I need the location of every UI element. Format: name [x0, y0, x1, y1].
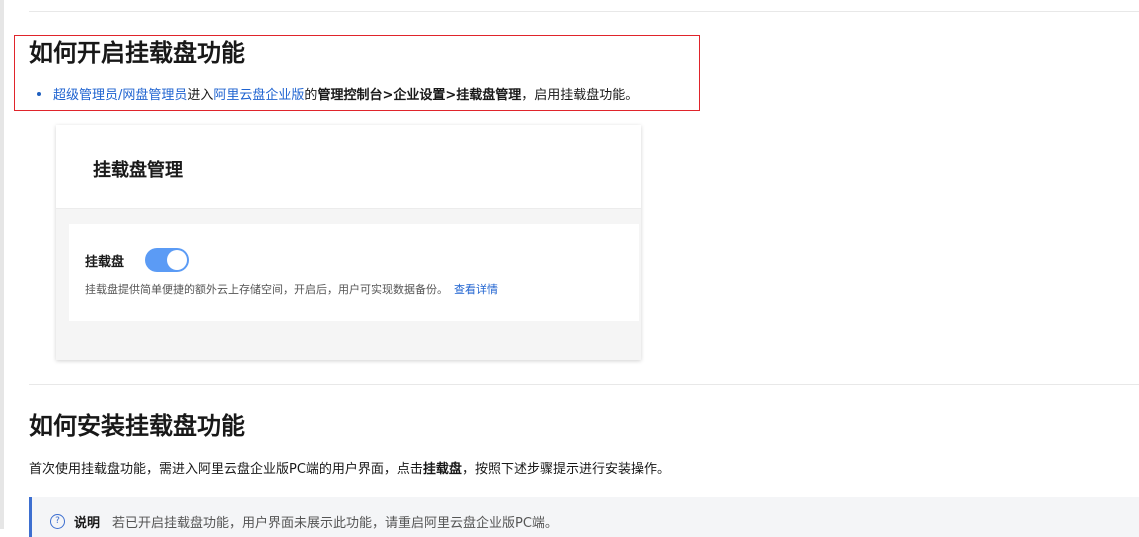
toggle-label: 挂载盘 — [85, 255, 125, 270]
text-enter: 进入 — [187, 88, 214, 103]
card-header: 挂载盘管理 — [56, 125, 641, 209]
description-text: 挂载盘提供简单便捷的额外云上存储空间，开启后，用户可实现数据备份。 — [85, 283, 448, 296]
para-bold: 挂载盘 — [422, 462, 462, 477]
product-link[interactable]: 阿里云盘企业版 — [213, 88, 304, 103]
bullet-dot — [37, 91, 41, 96]
path-sep-2: > — [445, 88, 457, 103]
note-box: ? 说明 若已开启挂载盘功能，用户界面未展示此功能，请重启阿里云盘企业版PC端。 — [29, 497, 1139, 537]
left-border — [0, 0, 4, 529]
question-circle-icon: ? — [50, 514, 65, 529]
divider-top — [29, 11, 1139, 12]
mount-disk-toggle[interactable] — [145, 248, 189, 272]
para-text-post: ，按照下述步骤提示进行安装操作。 — [461, 462, 670, 477]
path-console: 管理控制台 — [317, 88, 383, 103]
para-text-pre: 首次使用挂载盘功能，需进入阿里云盘企业版PC端的用户界面，点击 — [29, 462, 423, 477]
divider-middle — [29, 384, 1139, 385]
install-paragraph: 首次使用挂载盘功能，需进入阿里云盘企业版PC端的用户界面，点击挂载盘，按照下述步… — [29, 460, 670, 480]
mount-settings-screenshot: 挂载盘管理 挂载盘 挂载盘提供简单便捷的额外云上存储空间，开启后，用户可实现数据… — [56, 125, 641, 360]
section-title-install: 如何安装挂载盘功能 — [29, 412, 245, 440]
section-title-enable: 如何开启挂载盘功能 — [29, 39, 245, 67]
toggle-knob — [167, 250, 187, 270]
toggle-description: 挂载盘提供简单便捷的额外云上存储空间，开启后，用户可实现数据备份。 查看详情 — [85, 281, 498, 297]
note-text: 说明 若已开启挂载盘功能，用户界面未展示此功能，请重启阿里云盘企业版PC端。 — [74, 512, 558, 531]
path-settings: 企业设置 — [393, 88, 446, 103]
bullet-item: 超级管理员/网盘管理员进入阿里云盘企业版的管理控制台>企业设置>挂载盘管理，启用… — [37, 86, 638, 106]
view-details-link[interactable]: 查看详情 — [454, 283, 498, 296]
text-of: 的 — [304, 88, 318, 103]
card-body: 挂载盘 挂载盘提供简单便捷的额外云上存储空间，开启后，用户可实现数据备份。 查看详… — [69, 224, 639, 321]
text-tail: ，启用挂载盘功能。 — [521, 88, 639, 103]
card-title: 挂载盘管理 — [93, 160, 183, 181]
path-mount: 挂载盘管理 — [456, 88, 522, 103]
admin-role-link[interactable]: 超级管理员/网盘管理员 — [53, 88, 187, 103]
path-sep-1: > — [382, 88, 394, 103]
